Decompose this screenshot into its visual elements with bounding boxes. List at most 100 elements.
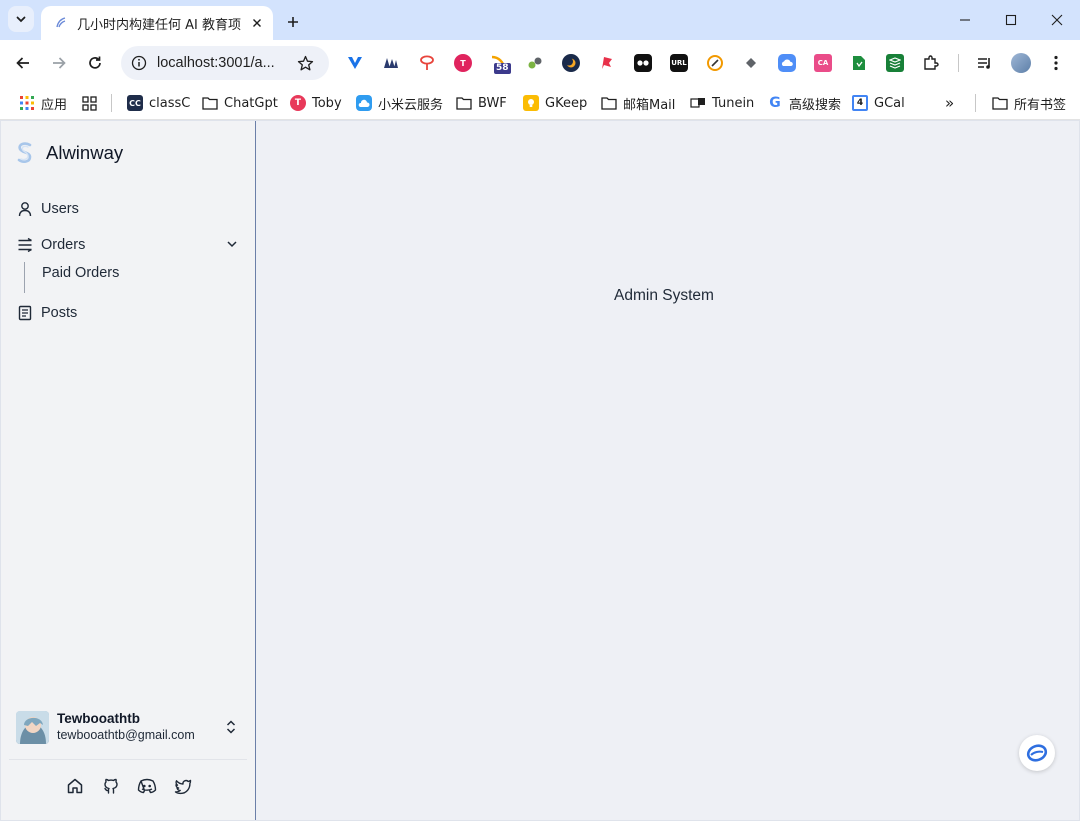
- tunein-icon: [690, 95, 706, 111]
- bookmark-bwf[interactable]: BWF: [456, 92, 507, 114]
- arrow-right-icon: [53, 57, 66, 69]
- bookmark-label: classC: [149, 95, 191, 111]
- extension-red-circle-icon[interactable]: T: [454, 54, 472, 72]
- extension-moon-icon[interactable]: [562, 54, 580, 72]
- user-name: Tewbooathtb: [57, 711, 140, 726]
- sidebar: Alwinway Users Orders Paid Orders Posts: [1, 121, 256, 820]
- bookmark-tab-groups[interactable]: [81, 92, 103, 114]
- google-icon: G: [769, 95, 781, 111]
- gkeep-icon: [523, 95, 539, 111]
- sidebar-divider: [9, 759, 247, 760]
- nav-item-label: Posts: [41, 305, 78, 321]
- new-tab-button[interactable]: [282, 11, 304, 33]
- browser-menu-icon[interactable]: [1047, 54, 1065, 72]
- star-icon: [297, 55, 313, 70]
- browser-tab-active[interactable]: 几小时内构建任何 AI 教育项目: [41, 6, 273, 40]
- nav-item-users[interactable]: Users: [17, 197, 79, 221]
- home-icon[interactable]: [65, 776, 85, 796]
- extension-compass-icon[interactable]: [706, 54, 724, 72]
- folder-icon: [601, 95, 617, 111]
- tab-close-icon[interactable]: [249, 15, 265, 31]
- extension-url-icon[interactable]: URL: [670, 54, 688, 72]
- maximize-icon: [1005, 14, 1017, 26]
- toolbar-divider: [958, 54, 959, 72]
- avatar: [16, 711, 49, 744]
- arrow-left-icon: [16, 57, 29, 69]
- extension-cloud-icon[interactable]: [778, 54, 796, 72]
- user-menu[interactable]: Tewbooathtb tewbooathtb@gmail.com: [16, 710, 246, 746]
- bookmark-label: 邮箱Mail: [623, 97, 676, 113]
- plus-icon: [288, 17, 298, 27]
- profile-avatar[interactable]: [1011, 53, 1031, 73]
- brand[interactable]: Alwinway: [15, 141, 123, 165]
- bookmark-label: ChatGpt: [224, 95, 278, 111]
- extension-stack-icon[interactable]: [886, 54, 904, 72]
- bookmark-star-button[interactable]: [293, 51, 317, 75]
- bookmark-all-bookmarks[interactable]: 所有书签: [992, 92, 1066, 114]
- tab-favicon-icon: [53, 15, 69, 31]
- bookmark-chatgpt[interactable]: ChatGpt: [202, 92, 278, 114]
- nav-item-label: Orders: [41, 237, 86, 253]
- nav-item-orders[interactable]: Orders: [17, 233, 85, 257]
- extension-sheet-icon[interactable]: [850, 54, 868, 72]
- app-viewport: Alwinway Users Orders Paid Orders Posts: [1, 121, 1079, 820]
- nav-item-label: Users: [41, 201, 79, 217]
- submenu-guide-line: [24, 262, 25, 293]
- folder-icon: [202, 95, 218, 111]
- xiaomi-cloud-icon: [356, 95, 372, 111]
- discord-icon[interactable]: [137, 776, 157, 796]
- extension-translate-icon[interactable]: CA: [814, 54, 832, 72]
- extension-diamond-icon[interactable]: [742, 54, 760, 72]
- bookmark-label: 所有书签: [1014, 97, 1067, 113]
- bookmark-label: GCal: [874, 95, 905, 111]
- bookmarks-divider: [975, 94, 976, 112]
- bookmark-gcal[interactable]: 4 GCal: [852, 92, 905, 114]
- extension-flag-icon[interactable]: [598, 54, 616, 72]
- bookmark-mail[interactable]: 邮箱Mail: [601, 92, 675, 114]
- extension-v-icon[interactable]: [346, 54, 364, 72]
- bookmark-tunein[interactable]: Tunein: [690, 92, 754, 114]
- extension-chain-icon[interactable]: [526, 54, 544, 72]
- bookmark-xiaomi-cloud[interactable]: 小米云服务: [356, 92, 443, 114]
- bookmark-classc[interactable]: CC classC: [127, 92, 190, 114]
- folder-icon: [992, 95, 1008, 111]
- bookmark-gkeep[interactable]: GKeep: [523, 92, 587, 114]
- window-maximize-button[interactable]: [988, 0, 1034, 40]
- bookmarks-more-button[interactable]: »: [945, 92, 954, 114]
- reload-button[interactable]: [83, 51, 107, 75]
- chevrons-up-down-icon[interactable]: [223, 718, 239, 736]
- forward-button[interactable]: [47, 51, 71, 75]
- nav-item-posts[interactable]: Posts: [17, 301, 77, 325]
- chevron-down-icon: [16, 16, 26, 23]
- bookmark-apps[interactable]: 应用: [19, 92, 67, 114]
- extension-rss-badge-icon[interactable]: 58: [490, 54, 511, 74]
- extensions-puzzle-icon[interactable]: [922, 54, 940, 72]
- sort-lines-icon: [17, 237, 33, 253]
- user-icon: [17, 201, 33, 217]
- user-email: tewbooathtb@gmail.com: [57, 728, 195, 742]
- site-info-icon[interactable]: [131, 55, 147, 71]
- window-minimize-button[interactable]: [942, 0, 988, 40]
- twitter-icon[interactable]: [173, 776, 193, 796]
- assistant-logo-icon: [1026, 744, 1048, 762]
- bookmark-label: 应用: [41, 97, 68, 113]
- media-control-icon[interactable]: [976, 54, 994, 72]
- chevron-down-icon[interactable]: [225, 237, 239, 251]
- extension-books-icon[interactable]: [382, 54, 400, 72]
- tab-search-button[interactable]: [8, 6, 34, 32]
- floating-assistant-button[interactable]: [1019, 735, 1055, 771]
- nav-item-paid-orders[interactable]: Paid Orders: [42, 265, 119, 281]
- brand-logo-icon: [15, 141, 35, 165]
- bookmark-label: 高级搜索: [789, 97, 842, 113]
- extension-balloon-icon[interactable]: [418, 54, 436, 72]
- brand-name: Alwinway: [46, 142, 124, 163]
- window-close-button[interactable]: [1034, 0, 1080, 40]
- bookmark-advanced-search[interactable]: G 高级搜索: [767, 92, 841, 114]
- bookmark-toby[interactable]: T Toby: [290, 92, 342, 114]
- github-icon[interactable]: [101, 776, 121, 796]
- back-button[interactable]: [11, 51, 35, 75]
- browser-tab-strip: 几小时内构建任何 AI 教育项目: [0, 0, 1080, 40]
- extension-mask-icon[interactable]: [634, 54, 652, 72]
- tab-title: 几小时内构建任何 AI 教育项目: [77, 17, 243, 33]
- extension-badge: 58: [494, 63, 511, 74]
